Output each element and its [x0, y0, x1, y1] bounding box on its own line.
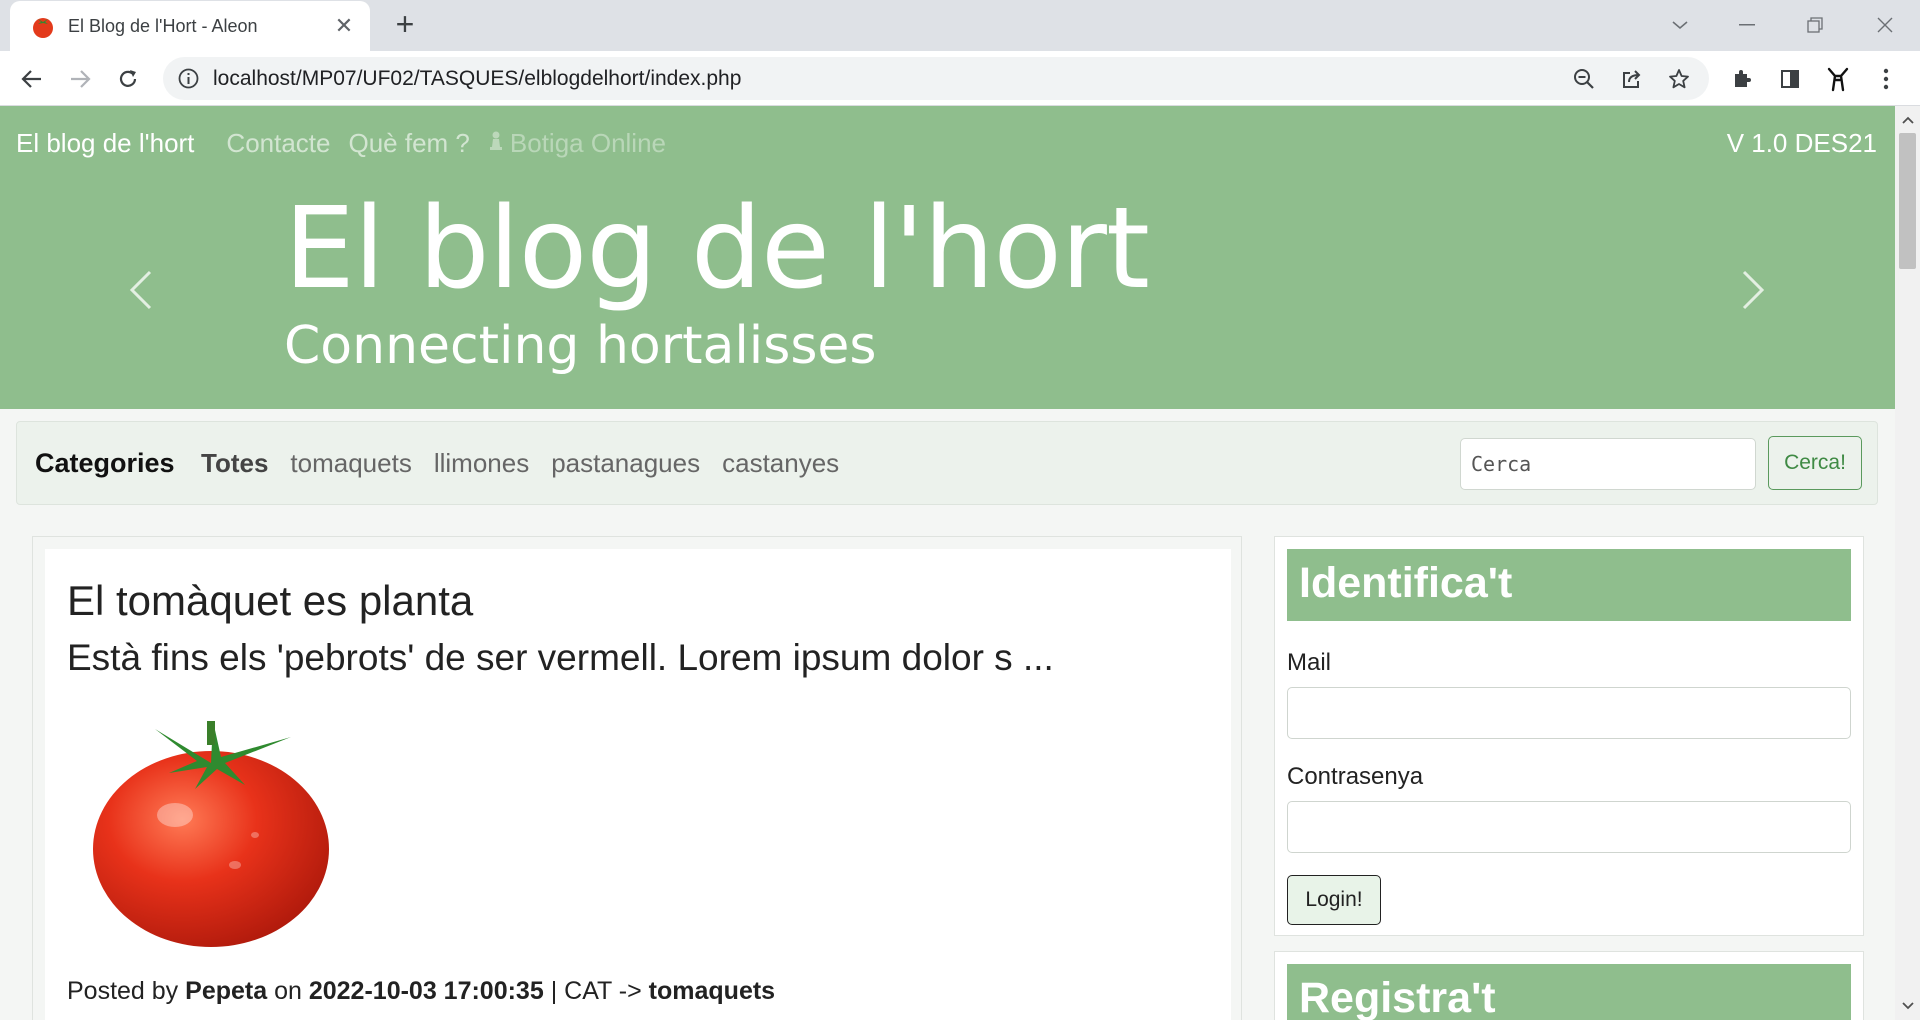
nav-link-que-fem[interactable]: Què fem ? — [349, 128, 470, 159]
carousel-prev-chevron-icon[interactable] — [126, 268, 156, 312]
posted-by-label: Posted by — [67, 977, 179, 1005]
tab-title: El Blog de l'Hort - Aleon — [68, 15, 258, 36]
top-navbar: El blog de l'hort Contacte Què fem ? Bot… — [16, 128, 684, 159]
hero-title: El blog de l'hort — [284, 184, 1150, 314]
minimize-window-icon[interactable] — [1730, 10, 1764, 40]
forward-arrow-icon[interactable] — [63, 62, 97, 96]
post-category[interactable]: tomaquets — [649, 977, 775, 1005]
scroll-down-arrow-icon[interactable] — [1895, 996, 1920, 1016]
category-list: Totes tomaquets llimones pastanagues cas… — [201, 448, 861, 479]
side-panel-icon[interactable] — [1773, 62, 1807, 96]
tab-close-icon[interactable]: ✕ — [332, 14, 356, 38]
post-body: El tomàquet es planta Està fins els 'peb… — [45, 549, 1231, 1020]
categories-bar: Categories Totes tomaquets llimones past… — [16, 421, 1878, 505]
register-card-header: Registra't — [1287, 964, 1851, 1020]
search-button[interactable]: Cerca! — [1768, 436, 1862, 490]
tomato-favicon-icon — [33, 18, 53, 38]
post-date: 2022-10-03 17:00:35 — [308, 977, 544, 1005]
login-card: Identifica't Mail Contrasenya Login! — [1274, 536, 1864, 936]
register-title: Registra't — [1299, 974, 1496, 1020]
category-item-pastanagues[interactable]: pastanagues — [551, 448, 700, 479]
share-icon[interactable] — [1619, 66, 1645, 92]
browser-toolbar: localhost/MP07/UF02/TASQUES/elblogdelhor… — [0, 51, 1920, 106]
scroll-up-arrow-icon[interactable] — [1895, 110, 1920, 130]
post-title[interactable]: El tomàquet es planta — [67, 577, 473, 625]
address-url[interactable]: localhost/MP07/UF02/TASQUES/elblogdelhor… — [213, 67, 741, 91]
navbar-brand-link[interactable]: El blog de l'hort — [16, 128, 194, 159]
extensions-puzzle-icon[interactable] — [1725, 62, 1759, 96]
version-label: V 1.0 DES21 — [1726, 128, 1877, 158]
carousel-next-chevron-icon[interactable] — [1738, 268, 1768, 312]
pawn-icon — [489, 131, 502, 150]
reload-icon[interactable] — [111, 62, 145, 96]
category-item-castanyes[interactable]: castanyes — [722, 448, 839, 479]
browser-tab-active[interactable]: El Blog de l'Hort - Aleon ✕ — [10, 1, 370, 51]
login-button[interactable]: Login! — [1287, 875, 1381, 925]
tab-search-chevron-icon[interactable] — [1663, 10, 1697, 40]
page-viewport: El blog de l'hort Contacte Què fem ? Bot… — [0, 106, 1895, 1020]
post-card: El tomàquet es planta Està fins els 'peb… — [32, 536, 1242, 1020]
category-item-llimones[interactable]: llimones — [434, 448, 529, 479]
restore-window-icon[interactable] — [1798, 10, 1832, 40]
on-label: on — [274, 977, 302, 1005]
profile-avatar-icon[interactable] — [1821, 62, 1855, 96]
browser-tab-strip: El Blog de l'Hort - Aleon ✕ + — [0, 0, 1920, 51]
login-card-header: Identifica't — [1287, 549, 1851, 621]
password-field[interactable] — [1287, 801, 1851, 853]
register-card: Registra't — [1274, 951, 1864, 1020]
close-window-icon[interactable] — [1868, 10, 1902, 40]
post-excerpt: Està fins els 'pebrots' de ser vermell. … — [67, 637, 1054, 678]
page-scrollbar[interactable] — [1895, 106, 1920, 1020]
categories-heading: Categories — [35, 448, 175, 478]
post-meta: Posted by Pepeta on 2022-10-03 17:00:35 … — [67, 977, 775, 1006]
site-info-icon[interactable] — [177, 67, 200, 90]
hero-subtitle: Connecting hortalisses — [284, 316, 877, 376]
search-input[interactable] — [1460, 438, 1756, 490]
browser-menu-kebab-icon[interactable] — [1869, 62, 1903, 96]
back-arrow-icon[interactable] — [15, 62, 49, 96]
category-item-tomaquets[interactable]: tomaquets — [290, 448, 411, 479]
nav-link-contacte[interactable]: Contacte — [226, 128, 330, 159]
address-bar[interactable]: localhost/MP07/UF02/TASQUES/elblogdelhor… — [163, 57, 1709, 100]
scrollbar-thumb[interactable] — [1899, 133, 1916, 269]
nav-link-botiga-label: Botiga Online — [509, 128, 667, 158]
zoom-out-icon[interactable] — [1571, 66, 1597, 92]
hero-carousel: El blog de l'hort Contacte Què fem ? Bot… — [0, 106, 1895, 409]
tomato-image — [93, 721, 329, 947]
password-label: Contrasenya — [1287, 763, 1424, 790]
nav-link-botiga-online: Botiga Online — [488, 128, 666, 159]
mail-field[interactable] — [1287, 687, 1851, 739]
login-title: Identifica't — [1299, 559, 1513, 607]
new-tab-button[interactable]: + — [388, 8, 422, 43]
bookmark-star-icon[interactable] — [1666, 66, 1692, 92]
mail-label: Mail — [1287, 649, 1332, 676]
post-author: Pepeta — [185, 977, 268, 1005]
category-separator: | CAT -> — [550, 977, 642, 1005]
category-item-totes[interactable]: Totes — [201, 448, 268, 479]
